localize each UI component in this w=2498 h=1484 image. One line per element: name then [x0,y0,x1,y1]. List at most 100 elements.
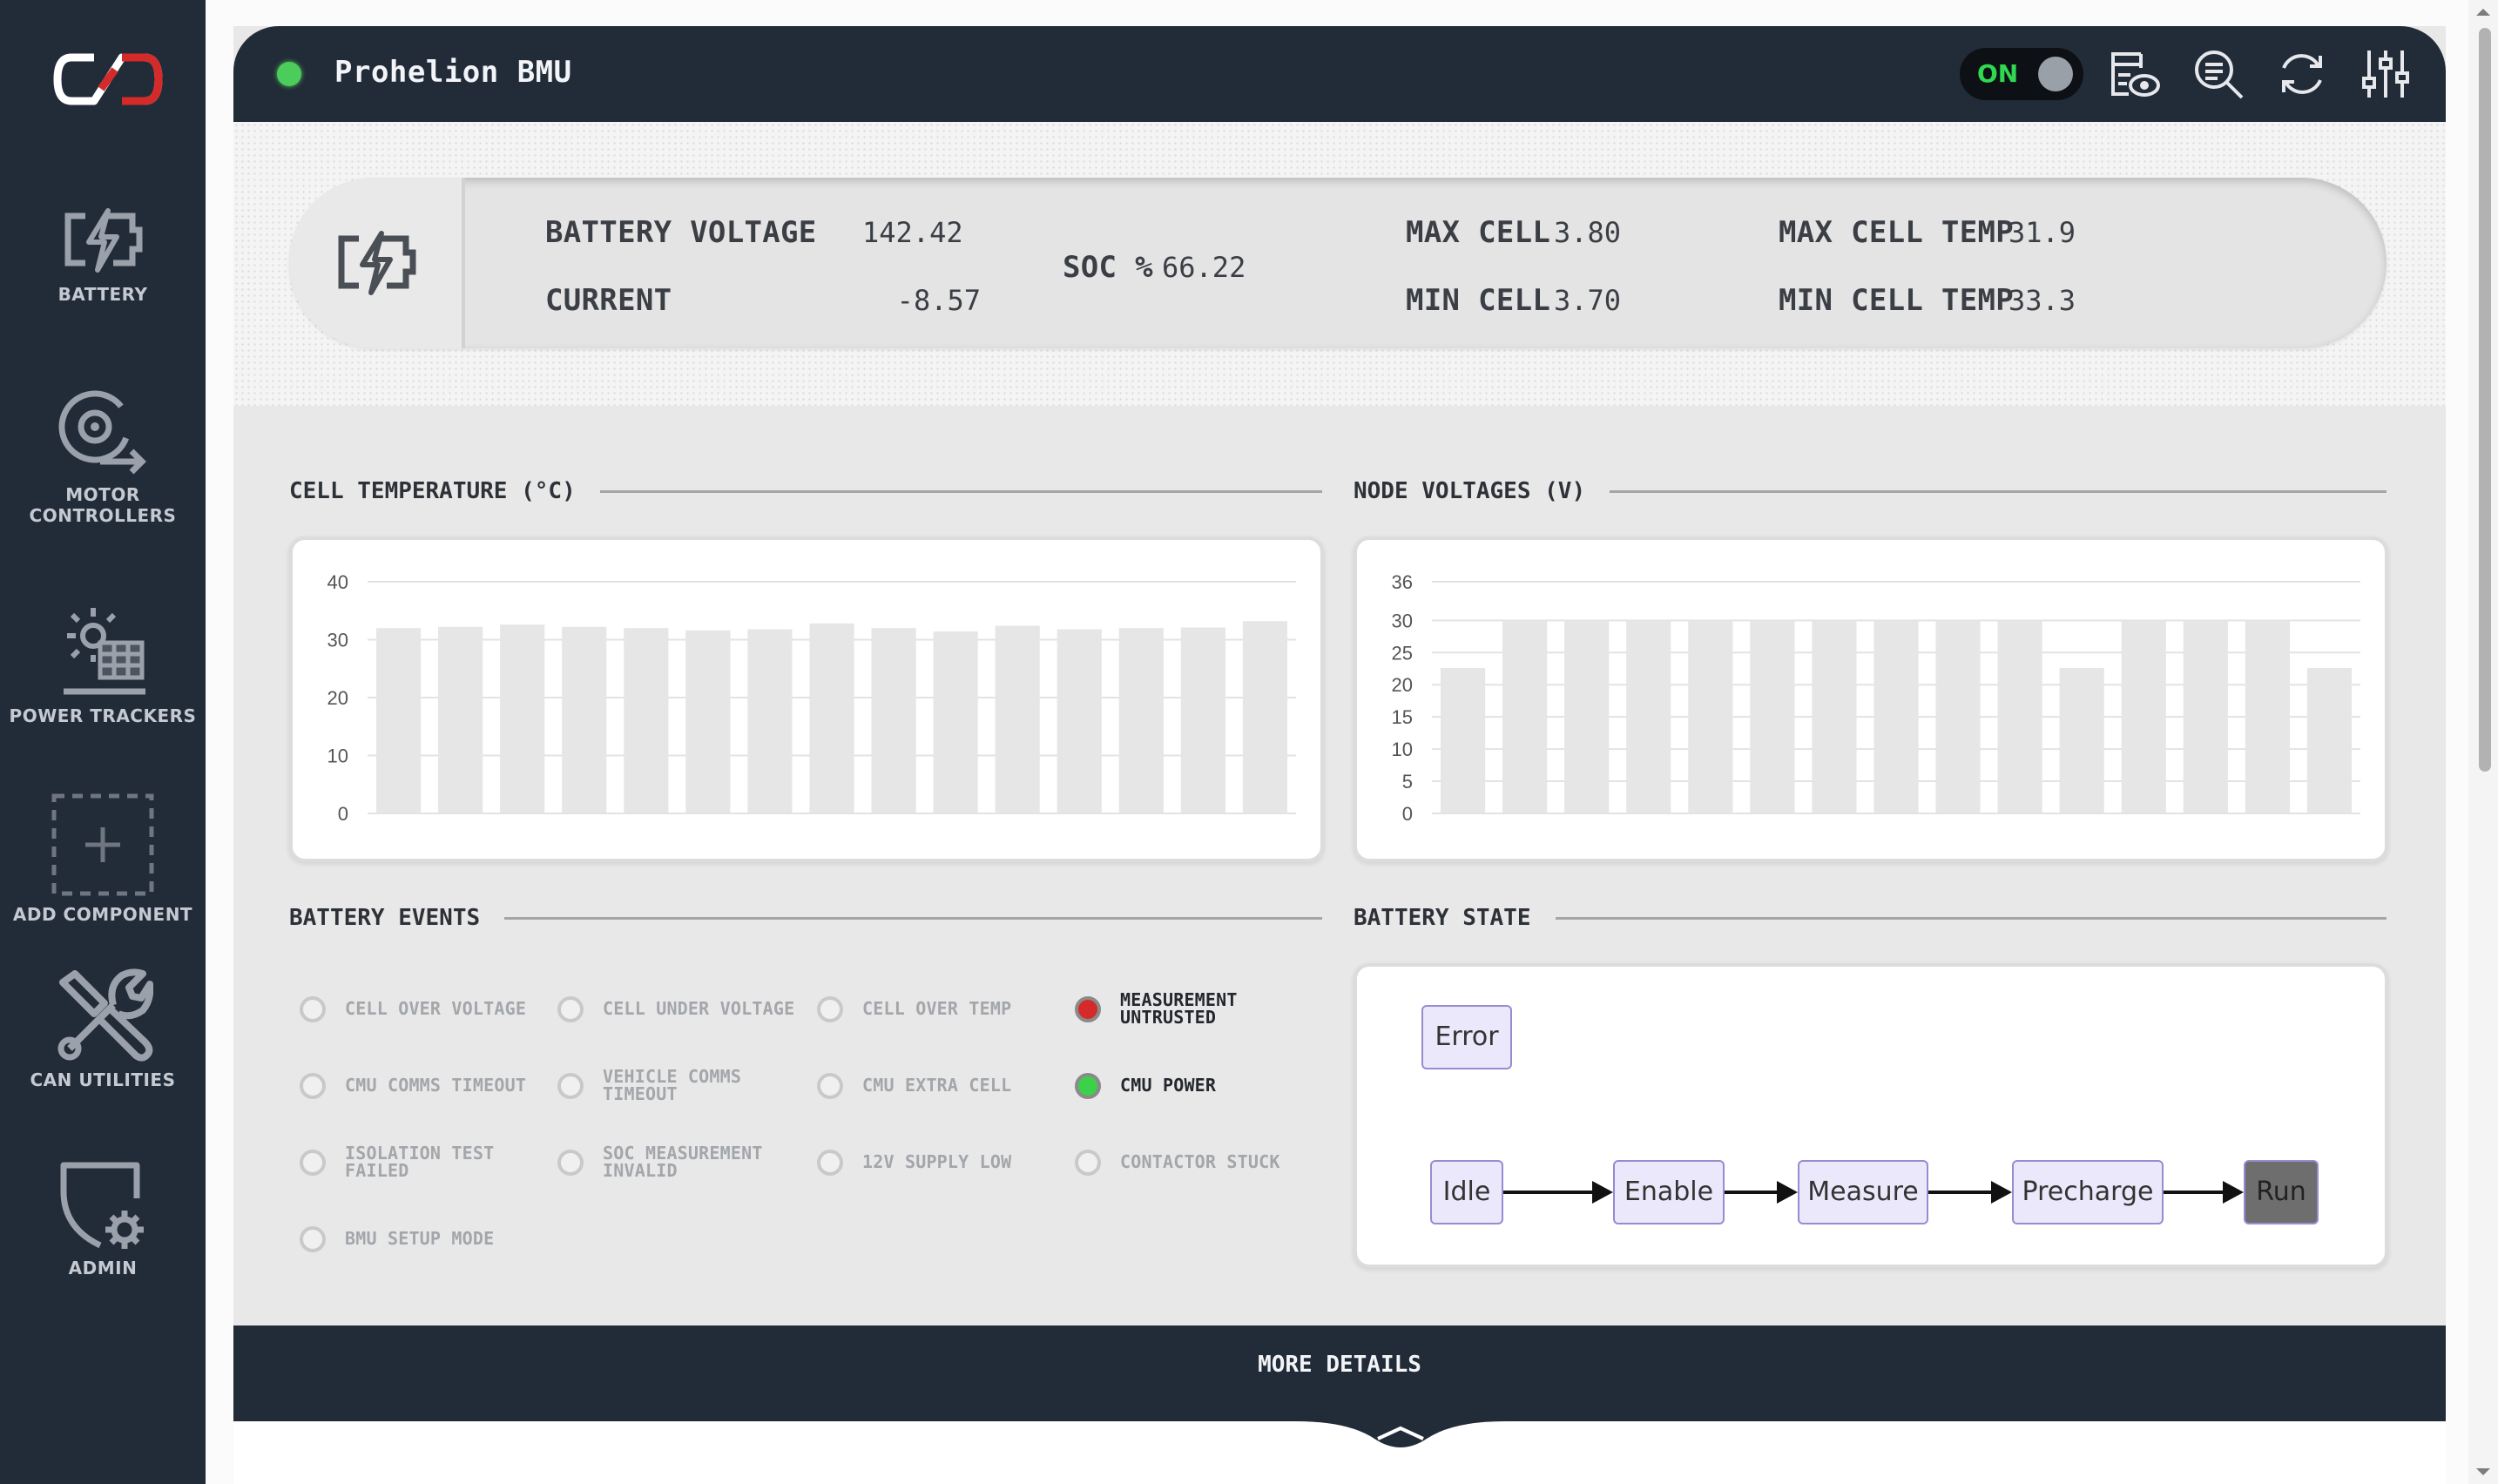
node-voltage-bar[interactable] [1997,620,2042,813]
y-tick-label: 15 [1392,706,1413,728]
sidebar-item-label: CAN UTILITIES [30,1069,176,1090]
scroll-down-icon[interactable] [2468,1463,2498,1481]
node-voltage-bar[interactable] [1688,620,1733,813]
sidebar-item-battery[interactable]: BATTERY [0,206,206,305]
cell-temperature-bar[interactable] [562,626,607,813]
event-label: CELL OVER VOLTAGE [345,998,527,1019]
event-label: CELL UNDER VOLTAGE [603,998,795,1019]
cell-temperature-bar[interactable] [871,628,916,813]
cell-temperature-bar[interactable] [624,628,669,813]
sidebar-item-label: BATTERY [57,284,148,305]
event-indicator [1075,996,1101,1022]
battery-events-title: BATTERY EVENTS [289,904,505,932]
toggle-knob [2038,57,2073,91]
cell-temperature-bar[interactable] [933,631,978,813]
node-voltage-bar[interactable] [2245,620,2290,813]
event-label: CMU POWER [1120,1075,1217,1096]
y-tick-label: 20 [327,687,348,709]
y-tick-label: 30 [1392,610,1413,631]
event-indicator [557,1073,584,1099]
node-voltage-bar[interactable] [2183,620,2228,813]
node-voltage-bar[interactable] [2059,668,2104,813]
y-tick-label: 10 [1392,739,1413,760]
event-indicator [557,1150,584,1176]
state-run[interactable]: Run [2244,1160,2319,1224]
y-tick-label: 20 [1392,674,1413,696]
event-indicator [817,1073,843,1099]
event-indicator [300,1150,326,1176]
sidebar-item-label: ADMIN [68,1258,138,1278]
page-title: Prohelion BMU [334,55,572,90]
refresh-icon[interactable] [2275,47,2329,101]
cell-temperature-bar[interactable] [375,628,422,813]
settings-sliders-icon[interactable] [2359,47,2413,101]
node-voltage-bar[interactable] [1440,668,1486,813]
event-label: CMU COMMS TIMEOUT [345,1075,527,1096]
node-voltage-bar[interactable] [1874,620,1919,813]
search-log-icon[interactable] [2191,47,2245,101]
node-voltage-bar[interactable] [1750,620,1795,813]
event-indicator [300,1226,326,1252]
event-indicator [817,1150,843,1176]
cell-temperature-bar[interactable] [1057,629,1102,813]
prohelion-logo-icon[interactable] [51,44,165,115]
y-tick-label: 30 [327,630,348,651]
sidebar-item-add-component[interactable]: ADD COMPONENT [0,791,206,925]
node-voltage-bar[interactable] [2121,620,2166,813]
config-view-icon[interactable] [2108,47,2162,101]
max-cell-value: 3.80 [1554,216,1622,249]
node-voltage-bar[interactable] [2306,668,2353,813]
current-label: CURRENT [545,283,672,318]
cell-temperature-bar[interactable] [747,629,793,813]
cell-temperature-bar[interactable] [995,625,1040,813]
sidebar-item-can-utilities[interactable]: CAN UTILITIES [0,965,206,1090]
more-details-label: MORE DETAILS [1258,1352,1421,1378]
event-label: BMU SETUP MODE [345,1228,495,1249]
node-voltage-bar[interactable] [1564,620,1610,813]
toggle-label: ON [1977,59,2019,88]
node-voltage-bar[interactable] [1626,620,1671,813]
cell-temperature-bar[interactable] [500,624,545,813]
arrowhead-icon [1991,1181,2012,1204]
event-indicator [300,1073,326,1099]
node-voltage-bar[interactable] [1812,620,1857,813]
cell-temperature-chart: 0 10 20 30 40 [289,536,1324,862]
cell-temperature-bar[interactable] [1118,628,1164,813]
sidebar-item-admin[interactable]: ADMIN [0,1158,206,1278]
cell-temperature-bar[interactable] [1180,627,1225,813]
cell-temperature-chart-svg: 0 10 20 30 40 [327,571,1296,825]
battery-voltage-label: BATTERY VOLTAGE [545,215,817,250]
y-tick-label: 0 [338,803,348,825]
state-error[interactable]: Error [1421,1005,1512,1069]
page-scrollbar[interactable] [2468,0,2498,1484]
event-label: MEASUREMENT UNTRUSTED [1120,989,1238,1028]
cell-temperature-bar[interactable] [685,630,731,813]
status-indicator [277,62,301,86]
cell-temperature-bar[interactable] [809,623,854,813]
state-enable[interactable]: Enable [1613,1160,1725,1224]
scroll-thumb[interactable] [2479,28,2491,772]
state-precharge[interactable]: Precharge [2012,1160,2164,1224]
max-cell-temp-label: MAX CELL TEMP [1779,215,2015,250]
node-voltage-bar[interactable] [1502,620,1548,813]
state-arrow [1725,1191,1777,1194]
state-arrow [1503,1191,1592,1194]
state-idle[interactable]: Idle [1430,1160,1503,1224]
scroll-up-icon[interactable] [2468,3,2498,21]
state-measure[interactable]: Measure [1798,1160,1928,1224]
more-details-tab[interactable] [1296,1393,1505,1463]
node-voltages-chart-svg: 0 5 10 15 20 25 30 36 [1392,571,2360,825]
node-voltage-bar[interactable] [1935,620,1981,813]
sidebar-item-power-trackers[interactable]: POWER TRACKERS [0,601,206,726]
min-cell-temp-value: 33.3 [2009,284,2076,317]
cell-temperature-bar[interactable] [438,626,483,813]
sidebar: BATTERY MOTOR CONTROLLERS POWER TRACKERS… [0,0,206,1484]
battery-state-panel: Error Idle Enable Measure Precharge Run [1354,963,2388,1268]
event-indicator [300,996,326,1022]
sidebar-item-label: POWER TRACKERS [9,705,197,726]
sidebar-item-motor-controllers[interactable]: MOTOR CONTROLLERS [0,385,206,526]
max-cell-temp-value: 31.9 [2009,216,2076,249]
app-header: Prohelion BMU ON [233,26,2446,122]
cell-temperature-bar[interactable] [1242,621,1288,813]
power-toggle[interactable]: ON [1960,48,2083,100]
